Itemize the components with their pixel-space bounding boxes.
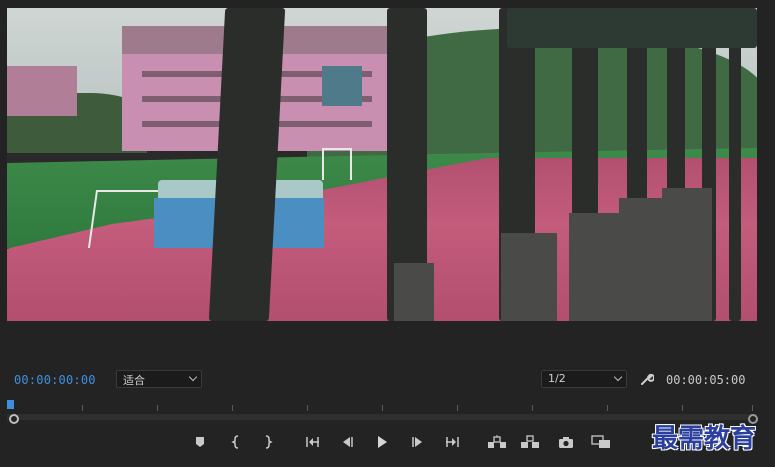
video-preview bbox=[7, 8, 757, 321]
time-ruler[interactable] bbox=[7, 398, 758, 424]
fence-post bbox=[662, 188, 712, 321]
add-marker-icon[interactable] bbox=[191, 434, 209, 450]
wrench-icon[interactable] bbox=[640, 372, 655, 386]
zoom-level-value: 适合 bbox=[123, 374, 145, 387]
camera-icon[interactable] bbox=[557, 434, 575, 450]
step-forward-icon[interactable] bbox=[409, 434, 427, 450]
timecode-bar: 00:00:00:00 适合 1/2 00:00:05:00 bbox=[0, 368, 775, 392]
lift-icon[interactable] bbox=[486, 434, 508, 450]
goal-right bbox=[322, 148, 352, 180]
playback-resolution-select[interactable]: 1/2 bbox=[541, 370, 627, 388]
fence-post bbox=[569, 213, 619, 321]
scroll-handle-left[interactable] bbox=[9, 414, 19, 424]
building-left bbox=[7, 66, 77, 116]
fence-rail bbox=[507, 8, 757, 48]
fence-post bbox=[619, 198, 664, 321]
fence-post bbox=[394, 263, 434, 321]
playhead[interactable] bbox=[7, 400, 14, 409]
mark-out-icon[interactable] bbox=[259, 434, 277, 450]
mark-in-icon[interactable] bbox=[227, 434, 245, 450]
chevron-down-icon bbox=[188, 372, 198, 382]
zoom-level-select[interactable]: 适合 bbox=[116, 370, 202, 388]
duration-timecode: 00:00:05:00 bbox=[666, 373, 746, 387]
current-timecode[interactable]: 00:00:00:00 bbox=[14, 373, 96, 387]
watermark-logo: 最需教育 bbox=[652, 424, 757, 454]
step-back-icon[interactable] bbox=[338, 434, 356, 450]
playback-resolution-value: 1/2 bbox=[548, 372, 566, 385]
go-to-out-icon[interactable] bbox=[443, 434, 461, 450]
program-monitor: 00:00:00:00 适合 1/2 00:00:05:00 最需教育 bbox=[0, 0, 775, 467]
play-icon[interactable] bbox=[373, 434, 391, 450]
extract-icon[interactable] bbox=[519, 434, 541, 450]
chevron-down-icon bbox=[613, 372, 623, 382]
fence-post bbox=[501, 233, 557, 321]
zoom-scroll-bar[interactable] bbox=[7, 414, 757, 420]
go-to-in-icon[interactable] bbox=[304, 434, 322, 450]
fence-bar bbox=[729, 8, 741, 321]
comparison-view-icon[interactable] bbox=[590, 434, 612, 450]
